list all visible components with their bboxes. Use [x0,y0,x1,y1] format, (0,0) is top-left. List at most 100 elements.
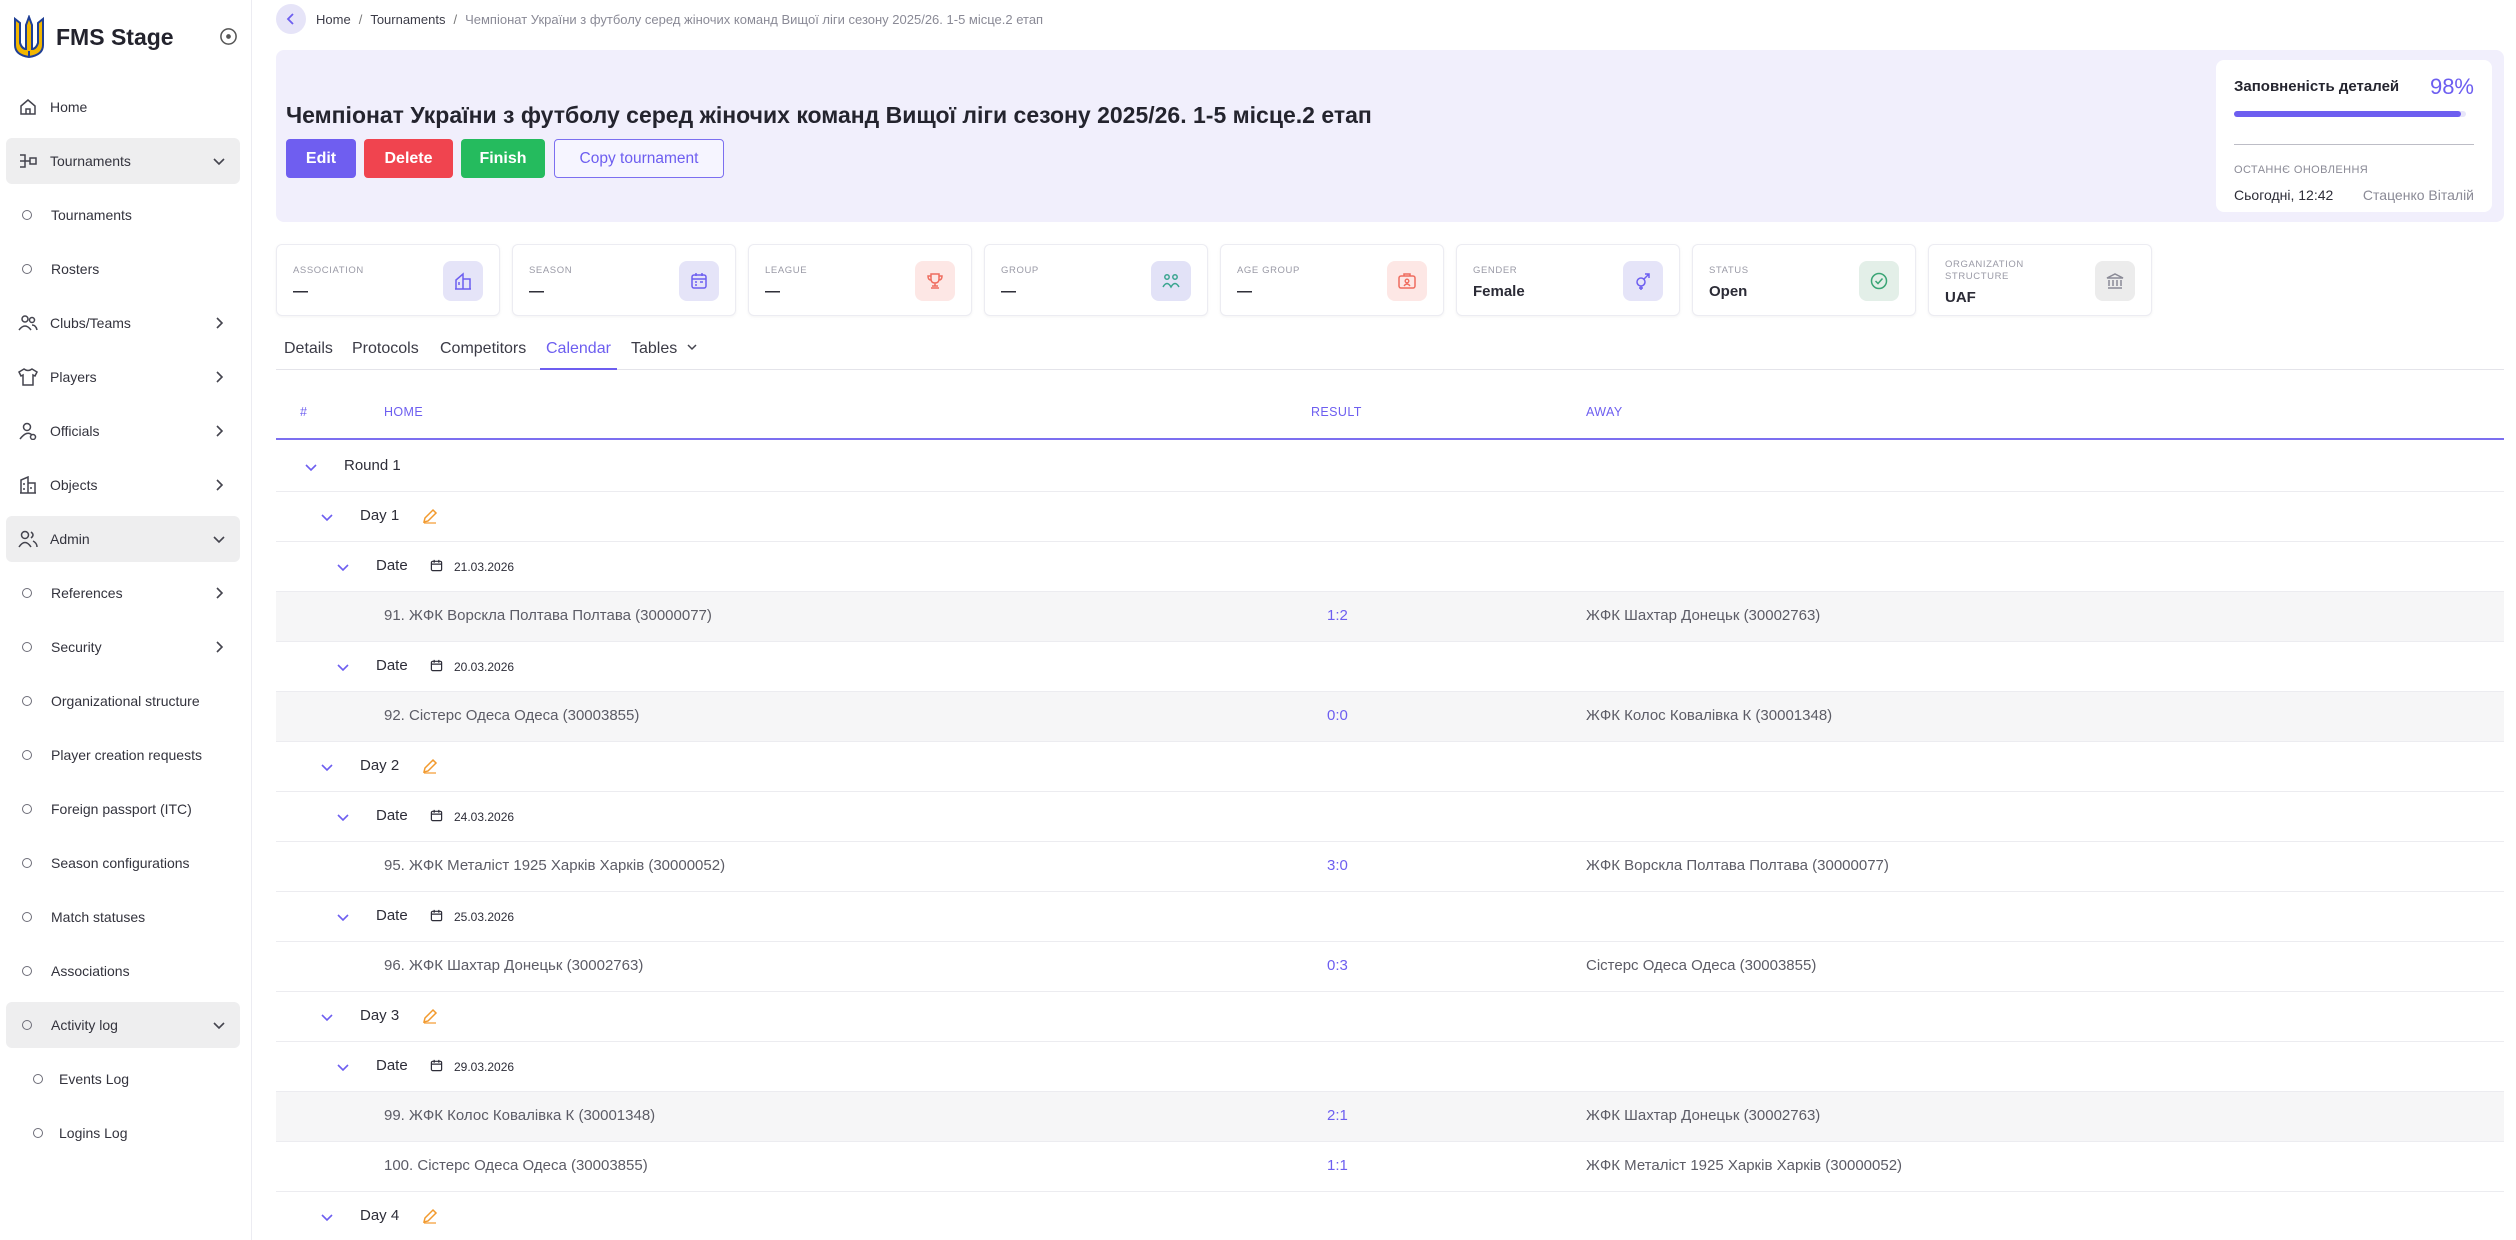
table-row[interactable]: 96. ЖФК Шахтар Донецьк (30002763) 0:3 Сіст… [276,942,2504,992]
home-team: 92. Сістерс Одеса Одеса (30003855) [384,707,640,724]
date-value: 24.03.2026 [454,810,515,824]
sidebar-item-label: Admin [50,531,90,547]
building-icon [443,261,483,301]
chevron-down-icon[interactable] [320,1210,334,1224]
sidebar-item-label: Tournaments [51,207,132,223]
date-group-row: Date 21.03.2026 [276,542,2504,592]
sidebar-item-rosters[interactable]: Rosters [6,246,240,292]
match-result[interactable]: 1:1 [1327,1157,1348,1174]
tab-tables[interactable]: Tables [631,340,698,370]
tab-details[interactable]: Details [284,340,333,370]
chevron-down-icon[interactable] [336,910,350,924]
calendar-icon [430,659,444,673]
away-team: ЖФК Ворскла Полтава Полтава (30000077) [1586,857,1889,874]
table-row[interactable]: 100. Сістерс Одеса Одеса (30003855) 1:1 ЖФ… [276,1142,2504,1192]
table-row[interactable]: 91. ЖФК Ворскла Полтава Полтава (3000007… [276,592,2504,642]
sidebar-item-label: Rosters [51,261,100,277]
bullet-icon [22,588,32,598]
chevron-down-icon[interactable] [336,1060,350,1074]
collapse-sidebar-icon[interactable] [219,27,238,46]
date-group-row: Date 25.03.2026 [276,892,2504,942]
edit-icon[interactable] [422,1008,438,1024]
card-key: STATUS [1709,265,1749,276]
chevron-down-icon[interactable] [320,1010,334,1024]
copy-tournament-button[interactable]: Copy tournament [554,139,724,178]
sidebar-item-admin[interactable]: Admin [6,516,240,562]
last-updated-user: Стаценко Віталій [2362,187,2474,203]
chevron-down-icon[interactable] [320,510,334,524]
match-result[interactable]: 0:3 [1327,957,1348,974]
edit-icon[interactable] [422,758,438,774]
home-team: 100. Сістерс Одеса Одеса (30003855) [384,1157,648,1174]
delete-button[interactable]: Delete [364,139,453,178]
chevron-down-icon[interactable] [304,460,318,474]
sidebar-item-tournaments[interactable]: Tournaments [6,138,240,184]
sidebar-item-activity-log[interactable]: Activity log [6,1002,240,1048]
tab-protocols[interactable]: Protocols [352,340,419,370]
table-row[interactable]: 95. ЖФК Металіст 1925 Харків Харків (300… [276,842,2504,892]
sidebar-item-officials[interactable]: Officials [6,408,240,454]
home-team: 99. ЖФК Колос Ковалівка К (30001348) [384,1107,656,1124]
chevron-down-icon[interactable] [336,810,350,824]
sidebar-item-match-statuses[interactable]: Match statuses [6,894,240,940]
date-label: Date [376,907,408,924]
date-group-row: Date 20.03.2026 [276,642,2504,692]
sidebar-item-player-creation-requests[interactable]: Player creation requests [6,732,240,778]
info-card-league: LEAGUE — [748,244,972,316]
building-icon [18,475,38,495]
bullet-icon [22,264,32,274]
match-result[interactable]: 2:1 [1327,1107,1348,1124]
sidebar-item-associations[interactable]: Associations [6,948,240,994]
finish-button[interactable]: Finish [461,139,545,178]
bullet-icon [22,858,32,868]
calendar-icon [430,559,444,573]
sidebar-item-logins-log[interactable]: Logins Log [6,1110,240,1156]
sidebar-item-season-configurations[interactable]: Season configurations [6,840,240,886]
sidebar-item-players[interactable]: Players [6,354,240,400]
tab-competitors[interactable]: Competitors [440,340,526,370]
tournament-bracket-icon [18,151,38,171]
date-value: 25.03.2026 [454,910,515,924]
breadcrumb-tournaments[interactable]: Tournaments [370,12,445,27]
chevron-right-icon [216,317,224,329]
chevron-right-icon [216,425,224,437]
edit-icon[interactable] [422,1208,438,1224]
column-away: AWAY [1586,405,1623,419]
chevron-down-icon[interactable] [320,760,334,774]
edit-button[interactable]: Edit [286,139,356,178]
sidebar-item-home[interactable]: Home [6,84,240,130]
sidebar-item-objects[interactable]: Objects [6,462,240,508]
edit-icon[interactable] [422,508,438,524]
table-row[interactable]: 99. ЖФК Колос Ковалівка К (30001348) 2:1 Ж… [276,1092,2504,1142]
sidebar-item-label: Logins Log [59,1125,128,1141]
match-result[interactable]: 1:2 [1327,607,1348,624]
day-label: Day 4 [360,1207,400,1224]
chevron-down-icon[interactable] [336,560,350,574]
tab-calendar[interactable]: Calendar [540,340,617,370]
card-key: LEAGUE [765,265,808,276]
card-key: ORGANIZATION STRUCTURE [1945,259,2024,282]
breadcrumb-home[interactable]: Home [316,12,351,27]
chevron-down-icon [213,1022,225,1030]
sidebar-item-events-log[interactable]: Events Log [6,1056,240,1102]
tab-bar: Details Protocols Competitors Calendar T… [276,334,2504,370]
back-button[interactable] [276,4,306,34]
sidebar-item-label: Season configurations [51,855,190,871]
sidebar-item-references[interactable]: References [6,570,240,616]
group-icon [1151,261,1191,301]
chevron-down-icon[interactable] [336,660,350,674]
completeness-progress-fill [2234,111,2462,117]
date-label: Date [376,557,408,574]
shirt-icon [18,367,38,387]
sidebar-item-organizational-structure[interactable]: Organizational structure [6,678,240,724]
table-row[interactable]: 92. Сістерс Одеса Одеса (30003855) 0:0 ЖФК… [276,692,2504,742]
sidebar-item-security[interactable]: Security [6,624,240,670]
breadcrumb-separator: / [453,11,458,27]
card-key: SEASON [529,265,573,276]
match-result[interactable]: 3:0 [1327,857,1348,874]
sidebar-item-tournaments-list[interactable]: Tournaments [6,192,240,238]
home-team: 91. ЖФК Ворскла Полтава Полтава (3000007… [384,607,712,624]
sidebar-item-clubs-teams[interactable]: Clubs/Teams [6,300,240,346]
match-result[interactable]: 0:0 [1327,707,1348,724]
sidebar-item-foreign-passport[interactable]: Foreign passport (ITC) [6,786,240,832]
